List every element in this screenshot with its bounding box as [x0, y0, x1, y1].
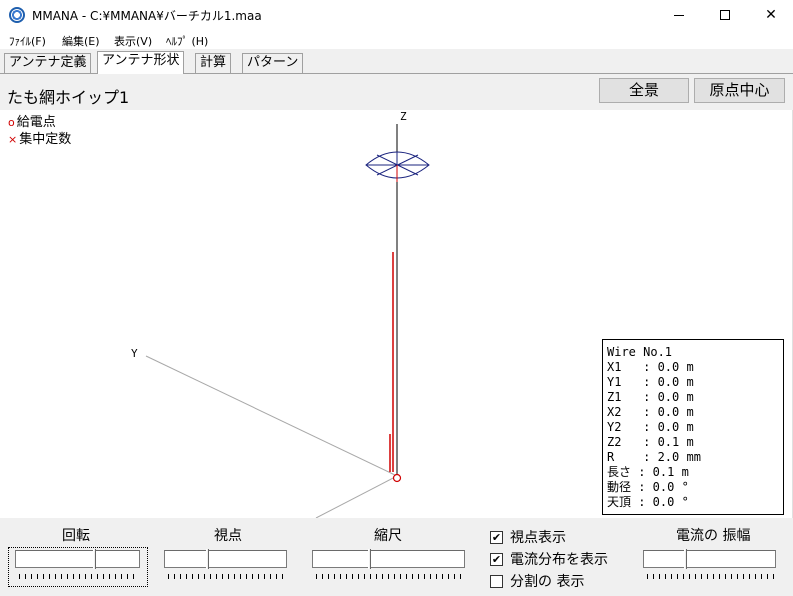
close-icon: ✕ — [765, 7, 777, 23]
antenna-view-canvas[interactable]: o 給電点 × 集中定数 Z Y Wire No.1 X1 : 0.0 m Y1 : 0… — [0, 110, 793, 518]
close-button[interactable]: ✕ — [748, 0, 793, 30]
current-amplitude-slider-thumb[interactable] — [684, 549, 687, 569]
tab-pattern[interactable]: パターン — [242, 53, 304, 73]
menu-view[interactable]: 表示(V) — [114, 33, 152, 49]
maximize-button[interactable] — [702, 0, 748, 30]
menu-help[interactable]: ﾍﾙﾌﾟ (H) — [166, 33, 208, 49]
show-current-checkbox[interactable]: ✔ — [490, 552, 503, 566]
show-viewpoint-option[interactable]: ✔ 視点表示 — [490, 527, 566, 547]
wire-info-panel: Wire No.1 X1 : 0.0 m Y1 : 0.0 m Z1 : 0.0 mX… — [602, 339, 784, 515]
show-segments-option[interactable]: 分割の 表示 — [490, 571, 584, 591]
viewpoint-slider-thumb[interactable] — [206, 549, 209, 569]
y-axis-label: Y — [131, 347, 138, 360]
wire-info-line: 動径 : 0.0 ° — [607, 480, 689, 494]
show-viewpoint-label: 視点表示 — [510, 530, 566, 546]
title-bar: MMANA - C:¥MMANA¥バーチカル1.maa ✕ — [0, 0, 793, 30]
rotate-slider-track[interactable] — [15, 550, 140, 568]
minimize-icon — [674, 14, 684, 16]
wire-info-line: Y2 : 0.0 m — [607, 420, 694, 434]
wire-info-line: X1 : 0.0 m — [607, 360, 694, 374]
scale-slider-track[interactable] — [312, 550, 465, 568]
current-amplitude-slider-track[interactable] — [643, 550, 776, 568]
legend-load-label: 集中定数 — [19, 132, 72, 147]
tab-calculation[interactable]: 計算 — [195, 53, 232, 73]
current-amplitude-label: 電流の 振幅 — [676, 528, 751, 544]
y-axis-line — [145, 355, 398, 477]
show-current-label: 電流分布を表示 — [510, 552, 608, 568]
x-axis-line — [315, 475, 398, 518]
scale-slider-thumb[interactable] — [368, 549, 371, 569]
view-controls: 回転 視点 縮尺 ✔ 視点表示 ✔ 電流分布を表示 分割の 表示 電流の 振幅 — [0, 518, 793, 596]
viewpoint-slider-ticks — [168, 574, 286, 579]
wire-info-line: 天頂 : 0.0 ° — [607, 495, 689, 509]
legend-lumped-load: × 集中定数 — [8, 128, 71, 147]
mmana-app-icon — [9, 7, 25, 23]
scale-label: 縮尺 — [374, 528, 402, 544]
tab-antenna-shape[interactable]: アンテナ形状 — [97, 51, 185, 74]
rotate-label: 回転 — [62, 528, 90, 544]
antenna-name: たも網ホイップ1 — [7, 88, 130, 107]
feed-point-marker — [392, 473, 402, 483]
wire-info-line: R : 2.0 mm — [607, 450, 701, 464]
lumped-load-icon: × — [8, 133, 18, 146]
viewpoint-label: 視点 — [214, 528, 242, 544]
shape-header: たも網ホイップ1 全景 原点中心 — [0, 74, 793, 110]
menu-edit[interactable]: 編集(E) — [62, 33, 100, 49]
wire-info-line: Z2 : 0.1 m — [607, 435, 694, 449]
show-segments-label: 分割の 表示 — [510, 574, 585, 590]
rotate-slider-ticks — [19, 574, 137, 579]
show-segments-checkbox[interactable] — [490, 574, 503, 588]
menu-file[interactable]: ﾌｧｲﾙ(F) — [9, 33, 46, 49]
menu-bar: ﾌｧｲﾙ(F) 編集(E) 表示(V) ﾍﾙﾌﾟ (H) — [0, 30, 793, 50]
wire-info-line: X2 : 0.0 m — [607, 405, 694, 419]
z-axis-label: Z — [400, 110, 407, 123]
minimize-button[interactable] — [656, 0, 702, 30]
tab-antenna-definition[interactable]: アンテナ定義 — [4, 53, 92, 73]
wire-info-line: Wire No.1 — [607, 345, 673, 359]
loop-wires — [365, 151, 430, 182]
wire-info-line: 長さ : 0.1 m — [607, 465, 689, 479]
current-amplitude-slider-ticks — [647, 574, 775, 579]
viewpoint-slider-track[interactable] — [164, 550, 287, 568]
origin-center-button[interactable]: 原点中心 — [694, 78, 785, 103]
wire-info-line: Z1 : 0.0 m — [607, 390, 694, 404]
show-viewpoint-checkbox[interactable]: ✔ — [490, 530, 503, 544]
wire-info-line: Y1 : 0.0 m — [607, 375, 694, 389]
rotate-slider-thumb[interactable] — [93, 549, 96, 569]
show-current-option[interactable]: ✔ 電流分布を表示 — [490, 549, 608, 569]
tab-strip: アンテナ定義 アンテナ形状 計算 パターン — [0, 50, 793, 74]
window-title: MMANA - C:¥MMANA¥バーチカル1.maa — [32, 9, 262, 23]
full-view-button[interactable]: 全景 — [599, 78, 689, 103]
maximize-icon — [720, 10, 730, 20]
scale-slider-ticks — [316, 574, 464, 579]
